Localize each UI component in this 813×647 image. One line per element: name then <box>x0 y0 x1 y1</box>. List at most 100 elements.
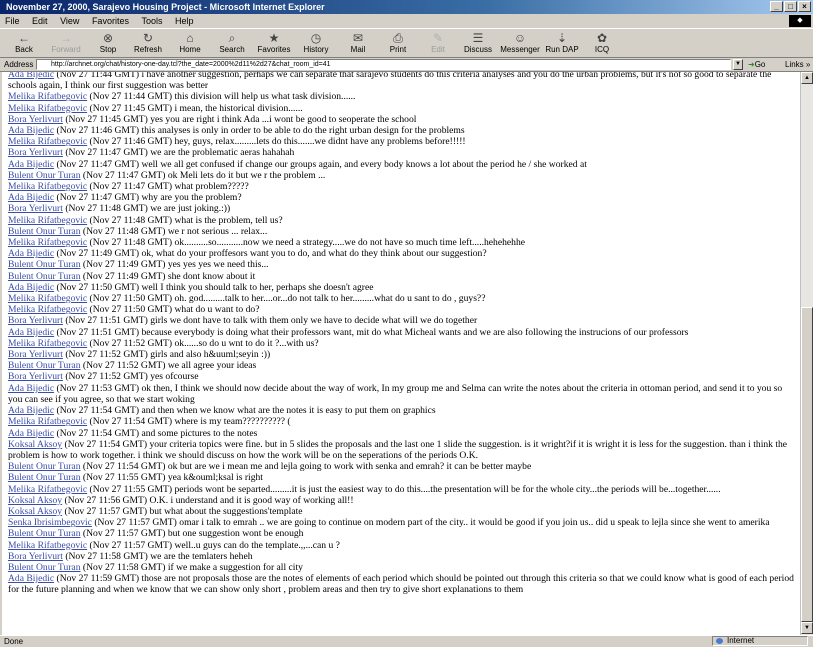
author-link[interactable]: Bulent Onur Turan <box>8 472 81 483</box>
vertical-scrollbar[interactable]: ▲ ▼ <box>800 72 813 635</box>
author-link[interactable]: Ada Bijedic <box>8 282 54 293</box>
author-link[interactable]: Melika Rifatbegovic <box>8 237 87 248</box>
menu-favorites[interactable]: Favorites <box>87 14 134 28</box>
print-icon: ⎙ <box>393 31 403 45</box>
author-link[interactable]: Melika Rifatbegovic <box>8 484 87 495</box>
status-text: Done <box>4 637 24 646</box>
toolbar-search-button[interactable]: ⌕ Search <box>212 30 252 58</box>
author-link[interactable]: Melika Rifatbegovic <box>8 103 87 114</box>
toolbar-messenger-button[interactable]: ☺ Messenger <box>500 30 540 58</box>
author-link[interactable]: Ada Bijedic <box>8 428 54 439</box>
toolbar-discuss-button[interactable]: ☰ Discuss <box>458 30 498 58</box>
toolbar-forward-button[interactable]: → Forward <box>46 30 86 58</box>
toolbar-stop-button[interactable]: ⊗ Stop <box>88 30 128 58</box>
icq-icon: ✿ <box>596 31 608 45</box>
toolbar-mail-button[interactable]: ✉ Mail <box>338 30 378 58</box>
author-link[interactable]: Bora Yerlivurt <box>8 147 63 158</box>
author-link[interactable]: Melika Rifatbegovic <box>8 338 87 349</box>
author-link[interactable]: Ada Bijedic <box>8 573 54 584</box>
toolbar-button-label: Forward <box>51 45 81 54</box>
author-link[interactable]: Koksal Aksoy <box>8 506 62 517</box>
author-link[interactable]: Bulent Onur Turan <box>8 259 81 270</box>
author-link[interactable]: Bora Yerlivurt <box>8 203 63 214</box>
author-link[interactable]: Bulent Onur Turan <box>8 360 81 371</box>
message-text: yes ofcourse <box>150 371 199 383</box>
chat-message: Melika Rifatbegovic (Nov 27 11:45 GMT) i… <box>8 103 796 114</box>
menu-view[interactable]: View <box>55 14 84 28</box>
toolbar-back-button[interactable]: ← Back <box>4 30 44 58</box>
go-arrow-icon: ➜ <box>748 60 755 69</box>
message-time: (Nov 27 11:48 GMT) <box>89 214 173 226</box>
author-link[interactable]: Bora Yerlivurt <box>8 349 63 360</box>
chat-message: Bora Yerlivurt (Nov 27 11:58 GMT) we are… <box>8 551 796 562</box>
menu-file[interactable]: File <box>0 14 25 28</box>
author-link[interactable]: Koksal Aksoy <box>8 439 62 450</box>
author-link[interactable]: Ada Bijedic <box>8 405 54 416</box>
author-link[interactable]: Ada Bijedic <box>8 159 54 170</box>
author-link[interactable]: Bora Yerlivurt <box>8 315 63 326</box>
author-link[interactable]: Melika Rifatbegovic <box>8 540 87 551</box>
author-link[interactable]: Melika Rifatbegovic <box>8 416 87 427</box>
scroll-down-button[interactable]: ▼ <box>801 622 813 634</box>
address-dropdown-button[interactable]: ▼ <box>733 59 743 70</box>
scroll-up-button[interactable]: ▲ <box>801 72 813 84</box>
author-link[interactable]: Melika Rifatbegovic <box>8 293 87 304</box>
menu-tools[interactable]: Tools <box>136 14 167 28</box>
address-bar: Address http://archnet.org/chat/history-… <box>0 58 813 72</box>
toolbar-favorites-button[interactable]: ★ Favorites <box>254 30 294 58</box>
author-link[interactable]: Koksal Aksoy <box>8 495 62 506</box>
message-time: (Nov 27 11:50 GMT) <box>89 304 173 316</box>
message-time: (Nov 27 11:59 GMT) <box>56 573 140 585</box>
chat-message: Ada Bijedic (Nov 27 11:47 GMT) why are y… <box>8 192 796 203</box>
message-time: (Nov 27 11:47 GMT) <box>65 147 148 159</box>
address-input[interactable]: http://archnet.org/chat/history-one-day.… <box>36 59 731 70</box>
author-link[interactable]: Bulent Onur Turan <box>8 271 81 282</box>
toolbar-history-button[interactable]: ◷ History <box>296 30 336 58</box>
toolbar-print-button[interactable]: ⎙ Print <box>378 30 418 58</box>
author-link[interactable]: Bora Yerlivurt <box>8 371 63 382</box>
author-link[interactable]: Melika Rifatbegovic <box>8 304 87 315</box>
message-text: ok, what do your proffesors want you to … <box>141 248 487 260</box>
toolbar-button-label: Mail <box>350 45 366 54</box>
chat-message: Bora Yerlivurt (Nov 27 11:52 GMT) girls … <box>8 349 796 360</box>
author-link[interactable]: Bora Yerlivurt <box>8 114 63 125</box>
author-link[interactable]: Ada Bijedic <box>8 248 54 259</box>
author-link[interactable]: Bulent Onur Turan <box>8 528 81 539</box>
message-text: what is the problem, tell us? <box>174 214 283 226</box>
author-link[interactable]: Ada Bijedic <box>8 72 54 80</box>
message-text: we are the temlaters heheh <box>150 550 253 562</box>
chat-message: Ada Bijedic (Nov 27 11:53 GMT) ok then, … <box>8 383 796 405</box>
author-link[interactable]: Melika Rifatbegovic <box>8 215 87 226</box>
author-link[interactable]: Ada Bijedic <box>8 383 54 394</box>
toolbar-icq-button[interactable]: ✿ ICQ <box>582 30 622 58</box>
toolbar-run-dap-button[interactable]: ⇣ Run DAP <box>542 30 582 58</box>
author-link[interactable]: Melika Rifatbegovic <box>8 91 87 102</box>
toolbar-edit-button[interactable]: ✎ Edit <box>418 30 458 58</box>
close-button[interactable]: × <box>798 1 811 12</box>
minimize-button[interactable]: _ <box>770 1 783 12</box>
author-link[interactable]: Bulent Onur Turan <box>8 562 81 573</box>
author-link[interactable]: Ada Bijedic <box>8 327 54 338</box>
author-link[interactable]: Melika Rifatbegovic <box>8 181 87 192</box>
author-link[interactable]: Bulent Onur Turan <box>8 226 81 237</box>
author-link[interactable]: Bulent Onur Turan <box>8 461 81 472</box>
go-button[interactable]: ➜Go <box>748 58 765 72</box>
author-link[interactable]: Melika Rifatbegovic <box>8 136 87 147</box>
author-link[interactable]: Ada Bijedic <box>8 192 54 203</box>
scroll-thumb[interactable] <box>801 307 813 622</box>
message-time: (Nov 27 11:54 GMT) <box>89 416 173 428</box>
menu-help[interactable]: Help <box>170 14 199 28</box>
address-label: Address <box>4 60 34 69</box>
chat-message: Bulent Onur Turan (Nov 27 11:49 GMT) yes… <box>8 259 796 270</box>
author-link[interactable]: Ada Bijedic <box>8 125 54 136</box>
author-link[interactable]: Bulent Onur Turan <box>8 170 81 181</box>
menu-edit[interactable]: Edit <box>27 14 53 28</box>
links-button[interactable]: Links » <box>785 58 810 72</box>
toolbar-home-button[interactable]: ⌂ Home <box>170 30 210 58</box>
toolbar-refresh-button[interactable]: ↻ Refresh <box>128 30 168 58</box>
message-time: (Nov 27 11:53 GMT) <box>56 382 140 394</box>
maximize-button[interactable]: □ <box>784 1 797 12</box>
author-link[interactable]: Senka Ibrisimbegovic <box>8 517 92 528</box>
message-time: (Nov 27 11:50 GMT) <box>89 293 173 305</box>
author-link[interactable]: Bora Yerlivurt <box>8 551 63 562</box>
